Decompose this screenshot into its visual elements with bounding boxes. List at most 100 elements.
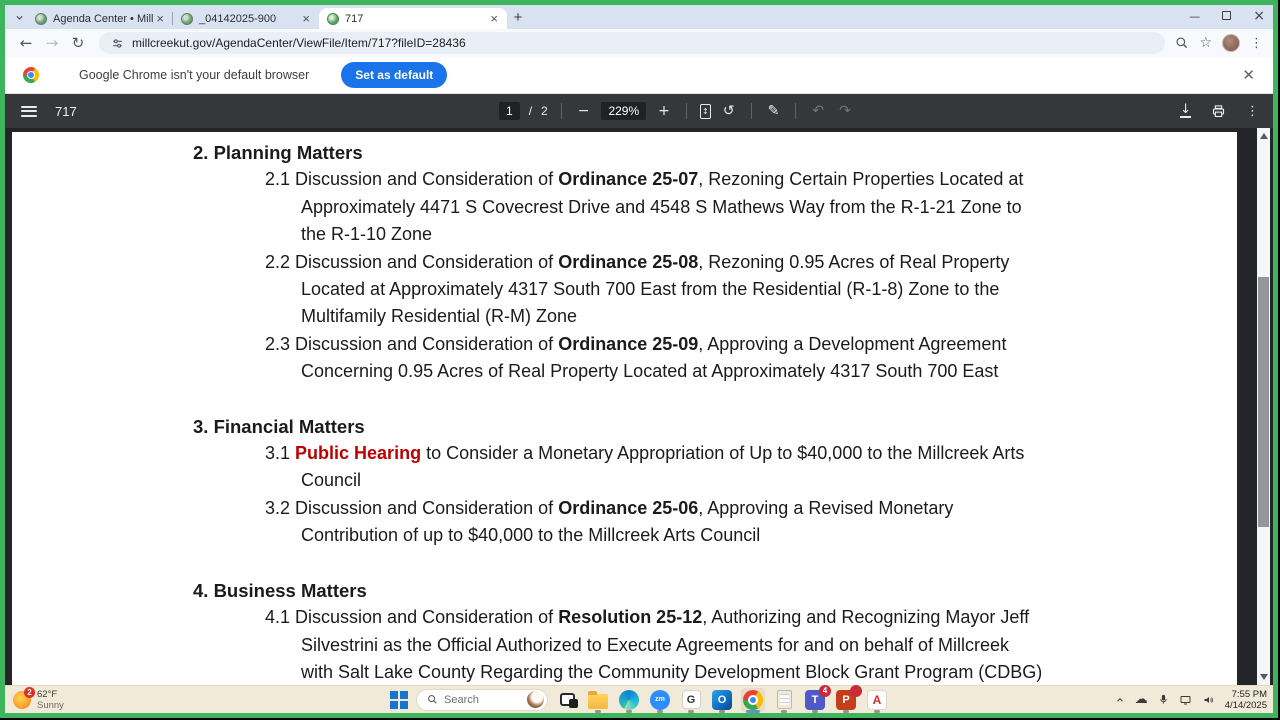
section-heading: 3. Financial Matters xyxy=(193,415,365,437)
item-text: with Salt Lake County Regarding the Comm… xyxy=(301,661,1043,682)
item-number: 3.2 xyxy=(265,497,296,518)
running-indicator xyxy=(595,709,601,713)
weather-icon: 2 xyxy=(13,686,35,709)
speaker-icon[interactable] xyxy=(1202,694,1215,706)
taskbar-search[interactable]: Search xyxy=(416,688,548,711)
scroll-up-icon[interactable] xyxy=(1260,133,1268,139)
zoom-in-button[interactable]: + xyxy=(655,103,673,119)
close-icon[interactable]: × xyxy=(153,11,167,26)
bookmark-star-icon[interactable]: ☆ xyxy=(1199,35,1212,51)
site-info-icon[interactable] xyxy=(111,37,124,50)
running-indicator xyxy=(719,709,725,713)
pdf-menu-icon[interactable] xyxy=(21,105,37,117)
taskbar-app-powerpoint-icon[interactable]: P xyxy=(834,684,862,713)
running-indicator xyxy=(812,709,818,713)
taskbar-app-acrobat-icon[interactable]: A xyxy=(865,688,889,713)
item-title-bold: Ordinance 25-07 xyxy=(558,169,699,190)
taskbar-app-edge-icon[interactable] xyxy=(617,688,641,713)
browser-menu-icon[interactable]: ⋮ xyxy=(1250,36,1263,51)
scrollbar[interactable] xyxy=(1257,128,1270,685)
agenda-item: 4.1 Discussion and Consideration of Reso… xyxy=(193,604,1197,685)
close-window-button[interactable]: × xyxy=(1253,8,1265,24)
weather-temp: 62°F xyxy=(37,688,58,700)
page-separator: / xyxy=(528,104,533,118)
onedrive-cloud-icon[interactable]: ☁ xyxy=(1135,692,1148,707)
rotate-icon[interactable]: ↺ xyxy=(720,103,738,119)
taskbar-app-file-explorer-icon[interactable] xyxy=(586,688,610,713)
close-icon[interactable]: × xyxy=(487,11,501,26)
print-icon[interactable] xyxy=(1211,104,1226,119)
agenda-document: 2. Planning Matters 2.1 Discussion and Co… xyxy=(12,132,1237,685)
item-text: , Rezoning Certain Properties Located at xyxy=(698,169,1024,190)
profile-avatar[interactable] xyxy=(1222,34,1240,52)
zoom-level-input[interactable]: 229% xyxy=(601,102,647,120)
weather-widget[interactable]: 2 62°F Sunny xyxy=(13,686,64,711)
microphone-icon[interactable] xyxy=(1158,693,1169,706)
taskbar-center: Search zm G O T 4 P A xyxy=(389,684,889,713)
running-indicator xyxy=(688,709,694,713)
item-number: 2.3 xyxy=(265,333,296,354)
item-title-bold: Resolution 25-12 xyxy=(558,607,703,628)
item-text: to Consider a Monetary Appropriation of … xyxy=(421,443,1025,464)
item-text: Discussion and Consideration of xyxy=(295,497,559,518)
doc-section: 4. Business Matters 4.1 Discussion and Co… xyxy=(193,577,1197,685)
fit-to-page-icon[interactable]: ↕ xyxy=(699,103,711,119)
address-input[interactable]: millcreekut.gov/AgendaCenter/ViewFile/It… xyxy=(99,32,1166,54)
set-as-default-button[interactable]: Set as default xyxy=(341,62,448,88)
page-number-input[interactable]: 1 xyxy=(499,102,520,120)
pdf-toolbar: 717 1 / 2 − 229% + ↕ ↺ ✎ ↶ ↷ ↓ ⋮ xyxy=(5,94,1273,128)
annotate-pen-icon[interactable]: ✎ xyxy=(765,103,783,119)
zoom-indicator-icon[interactable] xyxy=(1175,36,1189,50)
taskbar-app-google-app-icon[interactable]: G xyxy=(679,688,703,713)
notification-badge: 4 xyxy=(819,684,831,697)
chrome-logo-icon xyxy=(23,67,39,83)
google-app-glyph: G xyxy=(681,690,701,709)
maximize-button[interactable] xyxy=(1222,10,1232,23)
forward-icon[interactable]: → xyxy=(41,32,63,54)
zoom-out-button[interactable]: − xyxy=(575,103,593,119)
item-text: Approximately 4471 S Covecrest Drive and… xyxy=(301,196,1022,217)
item-text: Discussion and Consideration of xyxy=(295,251,559,272)
taskbar-app-task-view-icon[interactable] xyxy=(555,688,579,712)
default-browser-banner: Google Chrome isn't your default browser… xyxy=(5,57,1273,94)
minimize-button[interactable]: — xyxy=(1189,10,1200,23)
taskbar-app-notepad-icon[interactable] xyxy=(772,688,796,713)
pdf-more-menu-icon[interactable]: ⋮ xyxy=(1246,104,1259,119)
undo-icon[interactable]: ↶ xyxy=(809,103,827,119)
item-text: Discussion and Consideration of xyxy=(295,169,559,190)
tray-chevron-up-icon[interactable] xyxy=(1115,695,1125,705)
taskbar-app-zoom-app-icon[interactable]: zm xyxy=(648,688,672,713)
scrollbar-thumb[interactable] xyxy=(1258,277,1269,527)
reload-icon[interactable]: ↻ xyxy=(67,32,89,54)
tab-agenda-center[interactable]: Agenda Center • Millcreek, UT × xyxy=(27,8,173,29)
tab-title: _04142025-900 xyxy=(199,12,277,25)
section-heading: 2. Planning Matters xyxy=(193,142,363,163)
tab-agenda-pdf[interactable]: _04142025-900 × xyxy=(172,8,319,29)
taskbar-app-teams-icon[interactable]: T4 xyxy=(803,684,831,713)
network-display-icon[interactable] xyxy=(1179,694,1192,706)
page-total: 2 xyxy=(541,104,548,118)
close-icon[interactable]: × xyxy=(299,11,313,26)
taskbar-apps: zm G O T 4 P A xyxy=(555,684,889,713)
scroll-down-icon[interactable] xyxy=(1260,674,1268,680)
tab-717[interactable]: 717 × xyxy=(319,8,507,29)
notepad-glyph xyxy=(776,690,792,709)
taskbar-app-chrome-icon[interactable] xyxy=(741,687,765,713)
edge-glyph xyxy=(619,689,639,710)
download-icon[interactable]: ↓ xyxy=(1180,103,1191,118)
new-tab-button[interactable]: + xyxy=(507,6,529,28)
window-controls: — × xyxy=(1189,5,1265,27)
start-button[interactable] xyxy=(389,690,409,710)
pdf-actions: ↓ ⋮ xyxy=(1180,94,1259,128)
taskbar-app-outlook-icon[interactable]: O xyxy=(710,688,734,713)
chevron-down-icon[interactable] xyxy=(11,7,27,27)
running-indicator xyxy=(657,709,663,713)
file-explorer-glyph xyxy=(588,690,608,709)
redo-icon[interactable]: ↷ xyxy=(836,103,854,119)
back-icon[interactable]: ← xyxy=(15,32,37,54)
banner-close-icon[interactable]: ✕ xyxy=(1242,66,1255,84)
clock-widget[interactable]: 7:55 PM 4/14/2025 xyxy=(1225,689,1267,711)
tab-strip: Agenda Center • Millcreek, UT × _0414202… xyxy=(5,5,1273,29)
search-placeholder: Search xyxy=(444,693,479,706)
browser-toolbar: ← → ↻ millcreekut.gov/AgendaCenter/ViewF… xyxy=(5,29,1273,57)
